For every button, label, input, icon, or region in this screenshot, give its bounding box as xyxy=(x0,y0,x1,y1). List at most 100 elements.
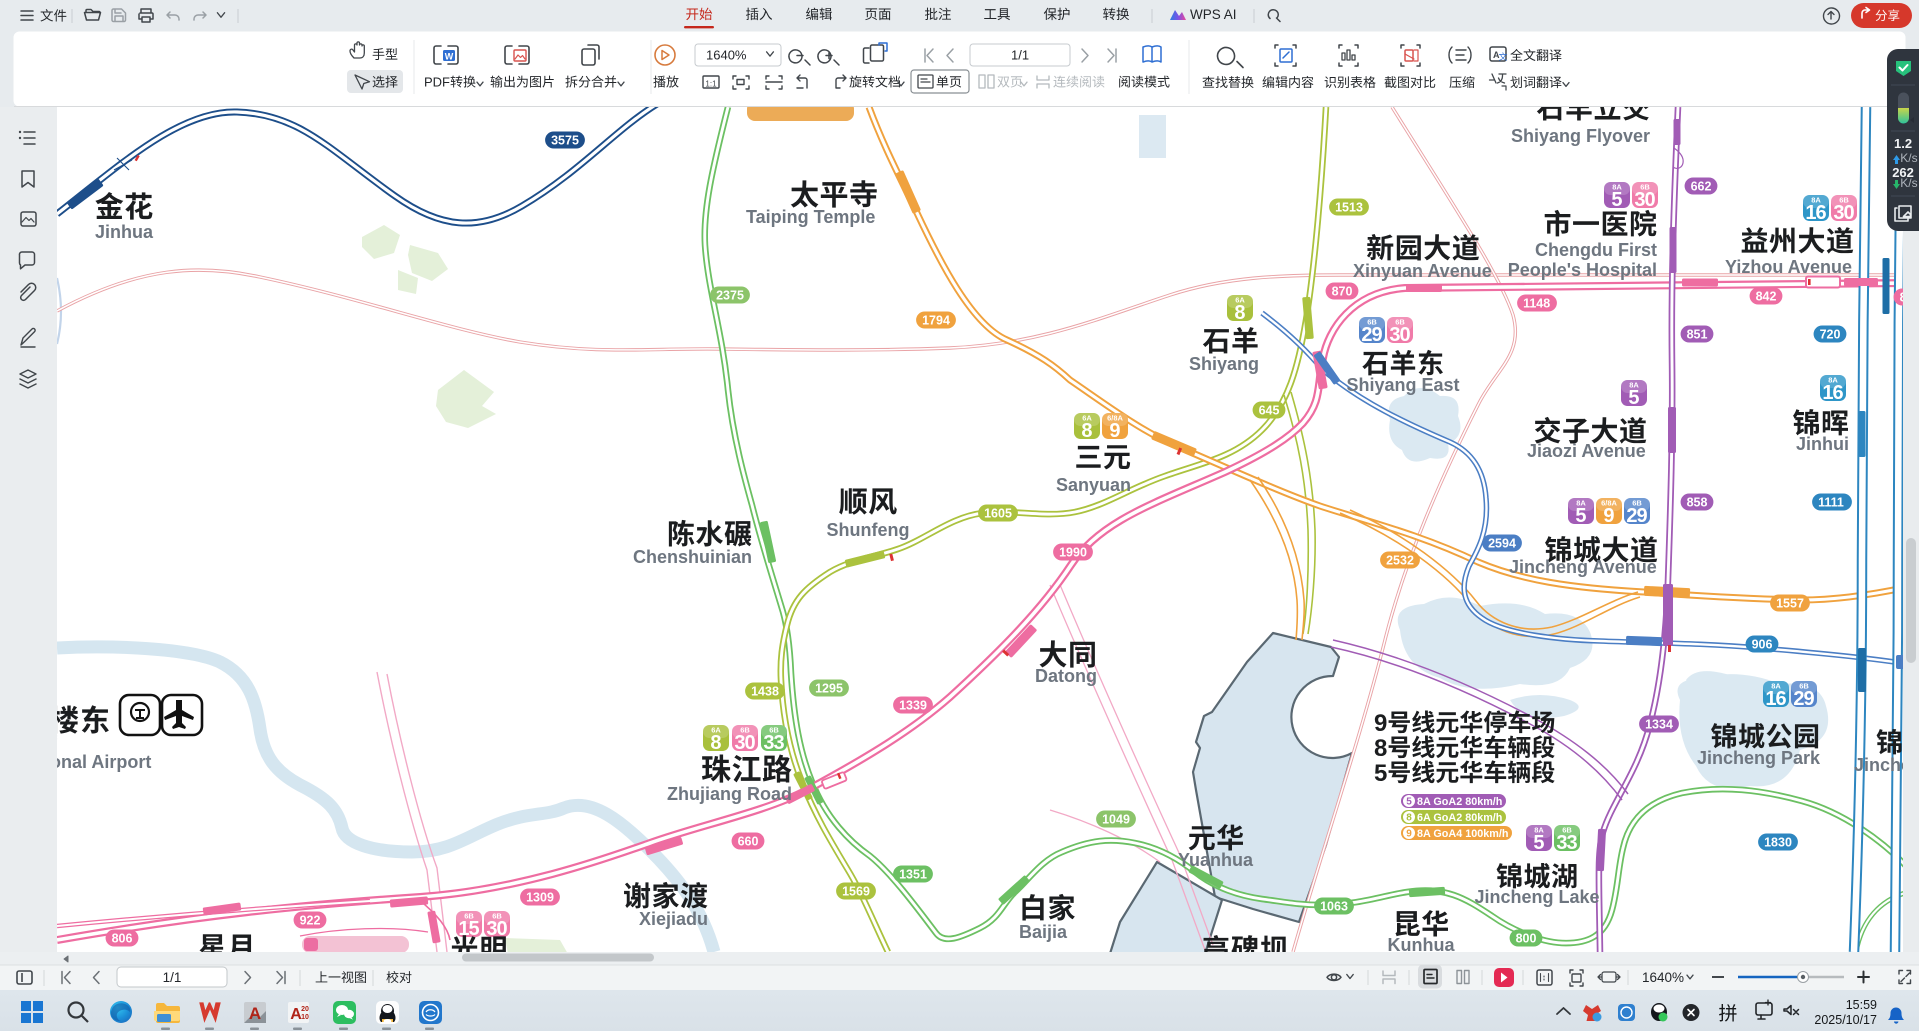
svg-text:1557: 1557 xyxy=(1776,597,1804,611)
svg-text:1640%: 1640% xyxy=(1642,970,1684,985)
svg-text:29: 29 xyxy=(1626,505,1647,527)
svg-text:Xiejiadu: Xiejiadu xyxy=(639,909,708,929)
svg-text:1990: 1990 xyxy=(1059,546,1087,560)
svg-text:858: 858 xyxy=(1687,496,1708,510)
svg-text:Taiping Temple: Taiping Temple xyxy=(746,207,875,227)
svg-text:1351: 1351 xyxy=(899,868,927,882)
svg-text:1/1: 1/1 xyxy=(163,970,182,985)
svg-text:30: 30 xyxy=(1833,202,1854,224)
svg-text:A: A xyxy=(1493,50,1500,60)
svg-text:1063: 1063 xyxy=(1320,900,1348,914)
svg-text:Chenshuinian: Chenshuinian xyxy=(633,547,752,567)
svg-text:Jinhui: Jinhui xyxy=(1796,434,1849,454)
svg-text:Jiaozi Avenue: Jiaozi Avenue xyxy=(1527,441,1646,461)
svg-text:8: 8 xyxy=(1374,735,1387,762)
svg-text:15: 15 xyxy=(458,918,479,940)
svg-text:8: 8 xyxy=(710,732,721,754)
svg-text:30: 30 xyxy=(1389,324,1410,346)
svg-text:9: 9 xyxy=(1374,710,1387,737)
svg-text:K/s: K/s xyxy=(1900,176,1917,190)
svg-text:1438: 1438 xyxy=(751,685,779,699)
svg-text:15:59: 15:59 xyxy=(1846,998,1877,1012)
svg-text:2375: 2375 xyxy=(716,289,744,303)
svg-text:Jincheng Park: Jincheng Park xyxy=(1697,748,1821,768)
svg-text:660: 660 xyxy=(738,835,759,849)
svg-text:33: 33 xyxy=(1556,832,1577,854)
svg-text:9: 9 xyxy=(1109,420,1120,442)
svg-text:842: 842 xyxy=(1756,290,1777,304)
svg-text:33: 33 xyxy=(763,732,784,754)
svg-text:Jinhua: Jinhua xyxy=(95,222,154,242)
svg-text:6A GoA2 80km/h: 6A GoA2 80km/h xyxy=(1417,812,1502,824)
svg-text:2594: 2594 xyxy=(1488,537,1516,551)
svg-text:Shiyang: Shiyang xyxy=(1189,354,1259,374)
svg-text:662: 662 xyxy=(1691,180,1712,194)
svg-text:5: 5 xyxy=(1575,505,1586,527)
svg-text:1148: 1148 xyxy=(1523,297,1550,311)
svg-text:645: 645 xyxy=(1259,404,1280,418)
svg-text:1.2: 1.2 xyxy=(1894,136,1912,151)
svg-text:Datong: Datong xyxy=(1035,666,1097,686)
svg-text:K/s: K/s xyxy=(1900,151,1917,165)
svg-text:1111: 1111 xyxy=(1818,496,1844,510)
svg-text:5: 5 xyxy=(1533,832,1544,854)
svg-text:Sanyuan: Sanyuan xyxy=(1056,475,1131,495)
svg-text:16: 16 xyxy=(1805,202,1826,224)
svg-text:1049: 1049 xyxy=(1102,813,1130,827)
svg-text:1794: 1794 xyxy=(922,314,950,328)
svg-text:1513: 1513 xyxy=(1335,201,1363,215)
svg-text:1640%: 1640% xyxy=(706,48,747,63)
svg-text:720: 720 xyxy=(1820,328,1841,342)
svg-text:5: 5 xyxy=(1406,797,1412,808)
svg-text:Yuanhua: Yuanhua xyxy=(1178,850,1254,870)
svg-text:2025/10/17: 2025/10/17 xyxy=(1814,1013,1877,1027)
svg-text:Shunfeng: Shunfeng xyxy=(827,520,910,540)
svg-text:onal Airport: onal Airport xyxy=(50,752,151,772)
svg-text:WPS AI: WPS AI xyxy=(1190,7,1237,22)
svg-text:Baijia: Baijia xyxy=(1019,922,1068,942)
svg-text:1295: 1295 xyxy=(815,682,843,696)
svg-text:806: 806 xyxy=(112,932,133,946)
svg-text:8A GoA2 80km/h: 8A GoA2 80km/h xyxy=(1417,796,1502,808)
svg-text:5: 5 xyxy=(1611,189,1622,211)
svg-text:1605: 1605 xyxy=(984,507,1012,521)
svg-text:2532: 2532 xyxy=(1386,554,1414,568)
svg-text:Xinyuan Avenue: Xinyuan Avenue xyxy=(1353,261,1492,281)
svg-text:Jincheng Avenue: Jincheng Avenue xyxy=(1509,557,1657,577)
svg-text:800: 800 xyxy=(1516,932,1537,946)
svg-text:1334: 1334 xyxy=(1645,718,1673,732)
svg-text:1/1: 1/1 xyxy=(1011,48,1029,63)
svg-text:20: 20 xyxy=(301,1006,309,1013)
svg-text:3575: 3575 xyxy=(551,134,579,148)
svg-text:People's Hospital: People's Hospital xyxy=(1508,260,1657,280)
svg-text:1309: 1309 xyxy=(526,891,554,905)
svg-text:851: 851 xyxy=(1687,328,1708,342)
svg-text:PDF: PDF xyxy=(424,75,450,90)
svg-text:1:1: 1:1 xyxy=(705,80,717,89)
svg-text:Shiyang Flyover: Shiyang Flyover xyxy=(1511,126,1650,146)
svg-text:30: 30 xyxy=(734,732,755,754)
svg-text:Zhujiang Road: Zhujiang Road xyxy=(667,784,792,804)
svg-text:1830: 1830 xyxy=(1764,836,1792,850)
svg-text:8: 8 xyxy=(1406,813,1412,824)
svg-text:1339: 1339 xyxy=(899,699,927,713)
svg-text:8A GoA4 100km/h: 8A GoA4 100km/h xyxy=(1417,828,1508,840)
svg-text:870: 870 xyxy=(1332,285,1353,299)
svg-text:Yizhou Avenue: Yizhou Avenue xyxy=(1725,257,1852,277)
svg-text:922: 922 xyxy=(300,914,321,928)
svg-text:16: 16 xyxy=(1822,382,1843,404)
svg-text:A: A xyxy=(249,1004,261,1023)
svg-text:5: 5 xyxy=(1628,387,1639,409)
svg-text:9: 9 xyxy=(1603,505,1614,527)
svg-text:16: 16 xyxy=(1765,688,1786,710)
svg-text:Chengdu First: Chengdu First xyxy=(1535,240,1657,260)
svg-text:Jincheng Lake: Jincheng Lake xyxy=(1475,887,1600,907)
svg-text:29: 29 xyxy=(1361,324,1382,346)
svg-text:10: 10 xyxy=(301,1014,309,1021)
svg-text:W: W xyxy=(445,52,454,62)
svg-text:1569: 1569 xyxy=(842,885,870,899)
svg-text:Shiyang East: Shiyang East xyxy=(1347,375,1460,395)
svg-text:8: 8 xyxy=(1081,420,1092,442)
svg-text:30: 30 xyxy=(1634,189,1655,211)
svg-text:8: 8 xyxy=(1234,302,1245,324)
